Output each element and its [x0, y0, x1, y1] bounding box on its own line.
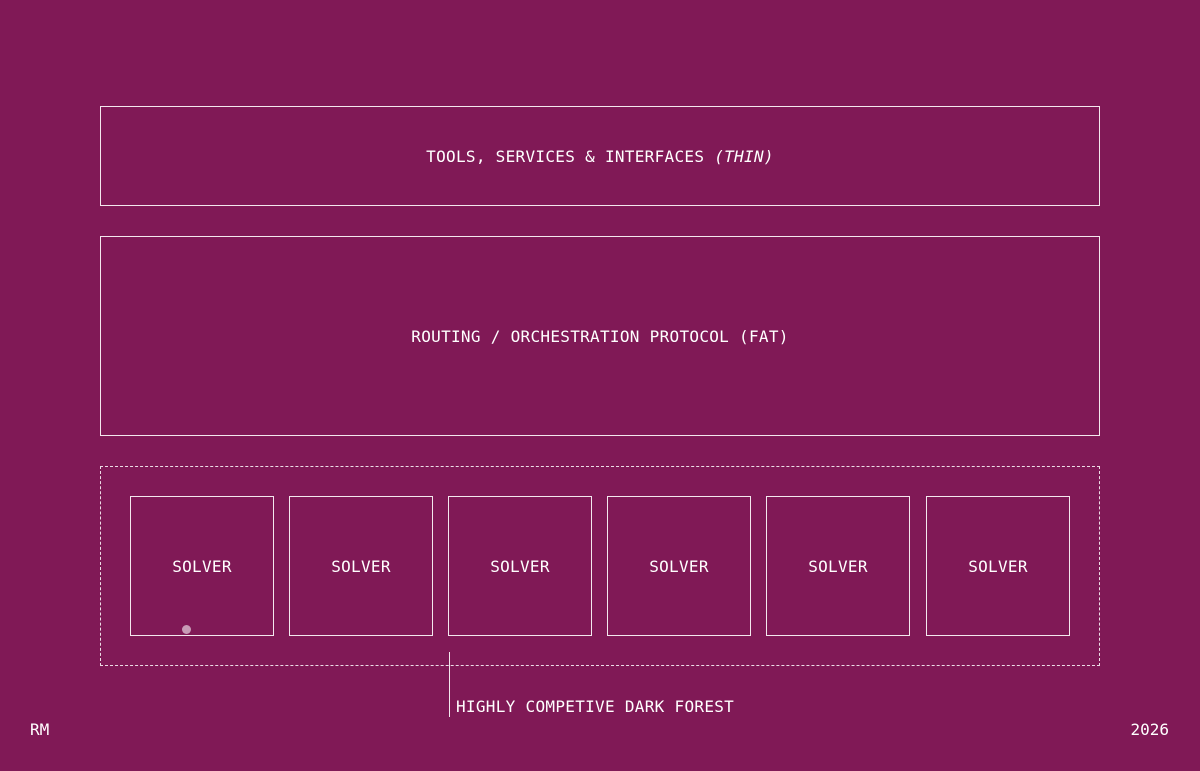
footer-initials: RM [30, 720, 50, 739]
solver-label: SOLVER [490, 556, 550, 576]
tools-layer-qualifier: (THIN) [714, 146, 774, 166]
solver-box-5: SOLVER [766, 496, 910, 636]
tools-services-interfaces-layer: TOOLS, SERVICES & INTERFACES (THIN) [100, 106, 1100, 206]
solver-box-2: SOLVER [289, 496, 433, 636]
solver-label: SOLVER [649, 556, 709, 576]
callout-line [449, 652, 450, 717]
solver-label: SOLVER [331, 556, 391, 576]
routing-layer-label: ROUTING / ORCHESTRATION PROTOCOL (FAT) [411, 326, 789, 346]
routing-orchestration-layer: ROUTING / ORCHESTRATION PROTOCOL (FAT) [100, 236, 1100, 436]
footer-year: 2026 [1130, 720, 1169, 739]
solver-box-1: SOLVER [130, 496, 274, 636]
solver-box-6: SOLVER [926, 496, 1070, 636]
solver-box-3: SOLVER [448, 496, 592, 636]
solver-label: SOLVER [968, 556, 1028, 576]
marker-dot [182, 625, 191, 634]
tools-layer-label: TOOLS, SERVICES & INTERFACES [426, 146, 705, 166]
callout-label: HIGHLY COMPETIVE DARK FOREST [456, 697, 735, 716]
solver-label: SOLVER [172, 556, 232, 576]
solver-label: SOLVER [808, 556, 868, 576]
solver-box-4: SOLVER [607, 496, 751, 636]
